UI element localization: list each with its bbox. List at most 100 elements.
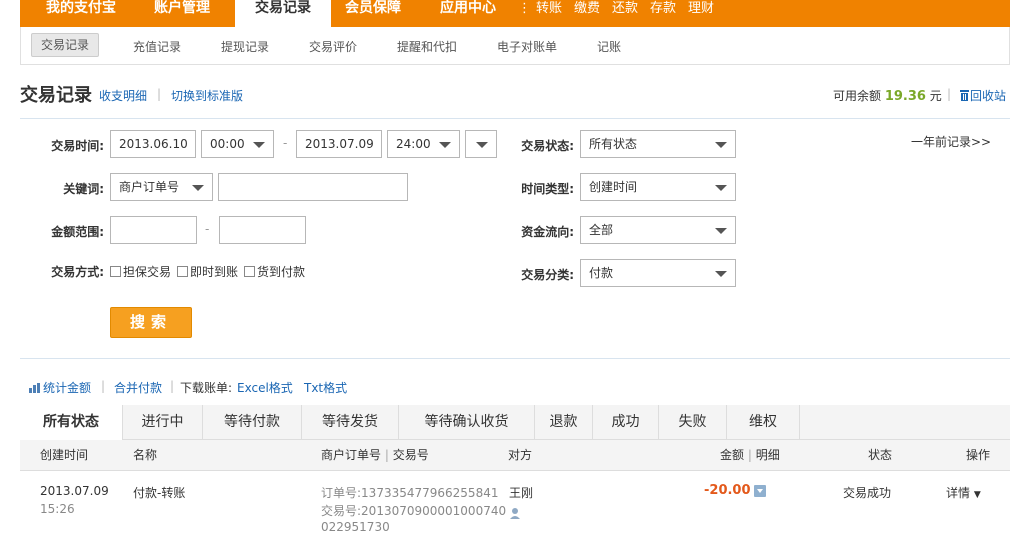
subnav-e-statement[interactable]: 电子对账单 xyxy=(497,36,557,58)
top-nav: 我的支付宝 账户管理 交易记录 会员保障 应用中心 ⋮ 转账 缴费 还款 存款 … xyxy=(20,0,1010,27)
merge-payment-link[interactable]: 合并付款 xyxy=(114,379,162,396)
top-tab-membership[interactable]: 会员保障 xyxy=(345,0,401,27)
balance-label: 可用余额 xyxy=(833,89,882,103)
end-time-value: 24:00 xyxy=(396,137,431,151)
income-expense-link[interactable]: 收支明细 xyxy=(99,87,147,104)
balance-amount: 19.36 xyxy=(884,89,926,104)
tab-dispute[interactable]: 维权 xyxy=(727,405,800,440)
cod-checkbox[interactable] xyxy=(244,266,255,277)
subnav-review[interactable]: 交易评价 xyxy=(309,36,357,58)
subnav-bookkeeping[interactable]: 记账 xyxy=(597,36,621,58)
time-preset-dropdown[interactable] xyxy=(465,130,497,158)
top-tab-account[interactable]: 账户管理 xyxy=(154,0,210,27)
search-button[interactable]: 搜索 xyxy=(110,307,192,338)
trade-status-select[interactable]: 所有状态 xyxy=(580,130,736,158)
start-time-value: 00:00 xyxy=(210,137,245,151)
trade-time-label: 交易时间: xyxy=(51,139,104,153)
keyword-type-value: 商户订单号 xyxy=(119,180,180,194)
quick-link-transfer[interactable]: 转账 xyxy=(536,0,562,27)
instant-checkbox[interactable] xyxy=(177,266,188,277)
download-label: 下载账单: xyxy=(180,381,233,395)
time-type-value: 创建时间 xyxy=(589,180,638,194)
col-amount-detail: 金额 | 明细 xyxy=(720,448,780,462)
tab-refund[interactable]: 退款 xyxy=(535,405,593,440)
fund-flow-value: 全部 xyxy=(589,223,614,237)
trade-method-label: 交易方式: xyxy=(51,265,104,279)
balance-divider: | xyxy=(947,87,952,101)
col-action: 操作 xyxy=(966,448,991,462)
tab-in-progress[interactable]: 进行中 xyxy=(123,405,203,440)
quick-link-deposit[interactable]: 存款 xyxy=(650,0,676,27)
top-nav-divider: ⋮ xyxy=(518,1,531,16)
start-time-select[interactable]: 00:00 xyxy=(201,130,274,158)
col-trade-no: 交易号 xyxy=(392,448,429,462)
row-name: 付款-转账 xyxy=(133,486,186,500)
start-date-input[interactable]: 2013.06.10 xyxy=(110,130,196,158)
tab-await-payment[interactable]: 等待付款 xyxy=(203,405,302,440)
stats-amount-label: 统计金额 xyxy=(43,381,92,395)
row-detail-link[interactable]: 详情 ▼ xyxy=(946,484,981,501)
trade-category-select[interactable]: 付款 xyxy=(580,259,736,287)
chevron-down-icon xyxy=(253,142,265,148)
col-order-no: 商户订单号 xyxy=(321,448,382,462)
escrow-checkbox[interactable] xyxy=(110,266,121,277)
amount-max-input[interactable] xyxy=(219,216,306,244)
col-status: 状态 xyxy=(868,448,893,462)
end-date-input[interactable]: 2013.07.09 xyxy=(296,130,382,158)
method-instant-option[interactable]: 即时到账 xyxy=(177,263,238,280)
tab-failed[interactable]: 失败 xyxy=(659,405,727,440)
col-name: 名称 xyxy=(133,448,158,462)
top-tab-trade-records[interactable]: 交易记录 xyxy=(235,0,331,27)
keyword-input[interactable] xyxy=(218,173,408,201)
stats-amount-link[interactable]: 统计金额 xyxy=(29,379,91,396)
user-icon[interactable] xyxy=(509,507,522,520)
method-instant-label: 即时到账 xyxy=(190,265,239,279)
excel-download-link[interactable]: Excel格式 xyxy=(237,379,293,396)
chevron-down-icon xyxy=(192,185,204,191)
quick-link-finance[interactable]: 理财 xyxy=(688,0,714,27)
older-records-link[interactable]: 一年前记录>> xyxy=(911,133,991,150)
method-cod-option[interactable]: 货到付款 xyxy=(244,263,305,280)
keyword-label: 关键词: xyxy=(63,182,104,196)
balance-unit: 元 xyxy=(929,89,942,103)
time-type-label: 时间类型: xyxy=(521,182,574,196)
trade-status-label: 交易状态: xyxy=(521,139,574,153)
fund-flow-select[interactable]: 全部 xyxy=(580,216,736,244)
chevron-down-icon xyxy=(476,142,488,148)
amount-range-label: 金额范围: xyxy=(51,225,104,239)
quick-link-pay[interactable]: 缴费 xyxy=(574,0,600,27)
tools-divider: | xyxy=(101,379,106,393)
row-status: 交易成功 xyxy=(843,486,892,500)
tab-all-status[interactable]: 所有状态 xyxy=(20,405,123,441)
keyword-type-select[interactable]: 商户订单号 xyxy=(110,173,213,201)
amount-range-dash: - xyxy=(205,222,210,236)
row-date: 2013.07.09 xyxy=(40,484,109,498)
top-tab-apps[interactable]: 应用中心 xyxy=(440,0,496,27)
txt-download-link[interactable]: Txt格式 xyxy=(304,379,347,396)
recycle-bin-link[interactable]: 回收站 xyxy=(959,87,1006,104)
tab-await-confirm[interactable]: 等待确认收货 xyxy=(399,405,535,440)
subnav-trade-records[interactable]: 交易记录 xyxy=(31,33,100,57)
subnav-withdraw[interactable]: 提现记录 xyxy=(221,36,269,58)
balance-display: 可用余额 19.36 元 xyxy=(833,87,942,104)
switch-standard-link[interactable]: 切换到标准版 xyxy=(171,87,243,104)
tools-divider: | xyxy=(170,379,175,393)
amount-min-input[interactable] xyxy=(110,216,197,244)
subnav-recharge[interactable]: 充值记录 xyxy=(133,36,181,58)
subnav-reminders[interactable]: 提醒和代扣 xyxy=(397,36,457,58)
time-type-select[interactable]: 创建时间 xyxy=(580,173,736,201)
chevron-down-icon xyxy=(439,142,451,148)
tab-await-shipping[interactable]: 等待发货 xyxy=(302,405,399,440)
chevron-down-icon: ▼ xyxy=(973,490,981,500)
tab-success[interactable]: 成功 xyxy=(593,405,659,440)
detail-expand-icon[interactable] xyxy=(754,485,766,497)
recycle-bin-label: 回收站 xyxy=(970,89,1007,103)
top-tab-my-alipay[interactable]: 我的支付宝 xyxy=(46,0,116,27)
col-detail: 明细 xyxy=(755,448,780,462)
method-escrow-option[interactable]: 担保交易 xyxy=(110,263,171,280)
quick-link-repay[interactable]: 还款 xyxy=(612,0,638,27)
end-time-select[interactable]: 24:00 xyxy=(387,130,460,158)
trash-icon xyxy=(960,90,969,101)
title-divider: | xyxy=(157,87,162,101)
sub-nav: 交易记录 充值记录 提现记录 交易评价 提醒和代扣 电子对账单 记账 xyxy=(20,27,1010,65)
